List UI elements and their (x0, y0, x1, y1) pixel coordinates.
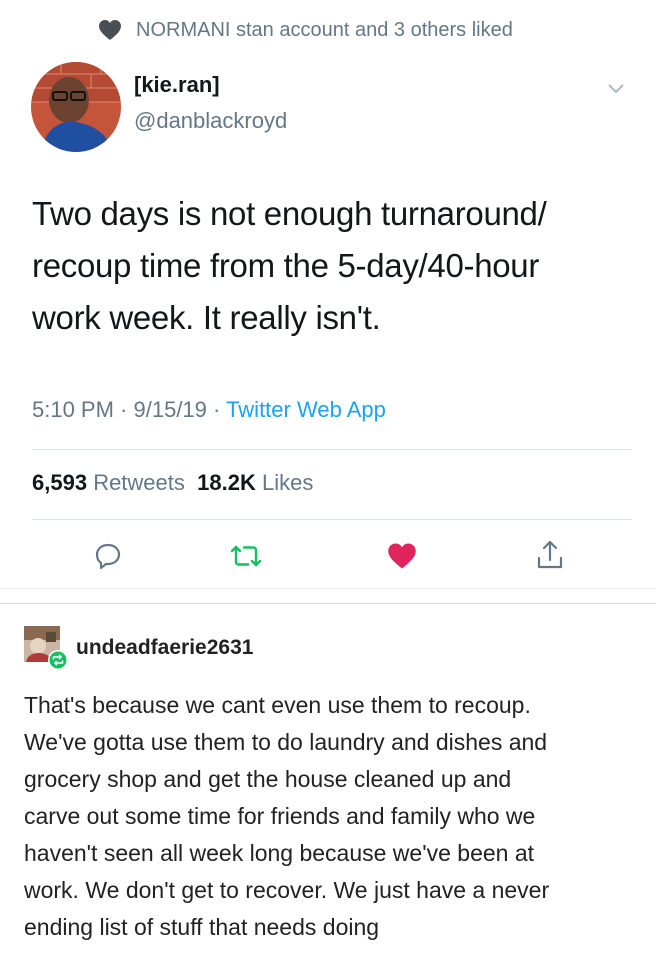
divider (32, 449, 632, 450)
like-count[interactable]: 18.2K (197, 470, 256, 495)
section-separator (0, 603, 656, 604)
retweet-button[interactable] (224, 538, 268, 574)
tweet-source[interactable]: Twitter Web App (226, 397, 386, 422)
reply-icon (95, 543, 121, 570)
social-context-text: NORMANI stan account and 3 others liked (136, 18, 513, 41)
divider (0, 588, 656, 589)
tweet-stats: 6,593 Retweets 18.2K Likes (32, 470, 313, 496)
divider (32, 519, 632, 520)
tweet-text: Two days is not enough turnaround/ recou… (32, 188, 632, 344)
reply-text-line: That's because we cant even use them to … (24, 692, 531, 718)
share-button[interactable] (528, 536, 572, 574)
heart-icon (99, 20, 121, 40)
retweet-count[interactable]: 6,593 (32, 470, 87, 495)
reply-text-line: haven't seen all week long because we've… (24, 840, 535, 866)
author-handle[interactable]: @danblackroyd (134, 108, 287, 134)
tweet-text-line: recoup time from the 5-day/40-hour (32, 247, 540, 284)
reply-text: That's because we cant even use them to … (24, 687, 644, 946)
heart-filled-icon (388, 543, 416, 569)
author-name[interactable]: [kie.ran] (134, 72, 220, 98)
reply-text-line: ending list of stuff that needs doing (24, 914, 380, 940)
share-icon (537, 540, 563, 569)
retweet-icon (230, 545, 262, 567)
avatar[interactable] (31, 62, 121, 152)
social-context: NORMANI stan account and 3 others liked (98, 15, 513, 45)
reply-text-line: work. We don't get to recover. We just h… (24, 877, 550, 903)
retweet-label[interactable]: Retweets (93, 470, 185, 495)
tweet-text-line: work week. It really isn't. (32, 299, 381, 336)
like-label[interactable]: Likes (262, 470, 313, 495)
tweet-meta: 5:10 PM · 9/15/19 · Twitter Web App (32, 397, 386, 422)
reply-text-line: grocery shop and get the house cleaned u… (24, 766, 512, 792)
tweet-time[interactable]: 5:10 PM (32, 397, 114, 422)
reblogger-avatar[interactable] (24, 626, 68, 670)
reply-text-line: carve out some time for friends and fami… (24, 803, 536, 829)
tweet-text-line: Two days is not enough turnaround/ (32, 195, 547, 232)
chevron-down-icon[interactable] (606, 82, 626, 96)
tweet-date[interactable]: 9/15/19 (134, 397, 207, 422)
reply-button[interactable] (88, 538, 128, 574)
like-button[interactable] (382, 538, 422, 574)
reply-text-line: We've gotta use them to do laundry and d… (24, 729, 548, 755)
reblog-username[interactable]: undeadfaerie2631 (76, 636, 253, 660)
